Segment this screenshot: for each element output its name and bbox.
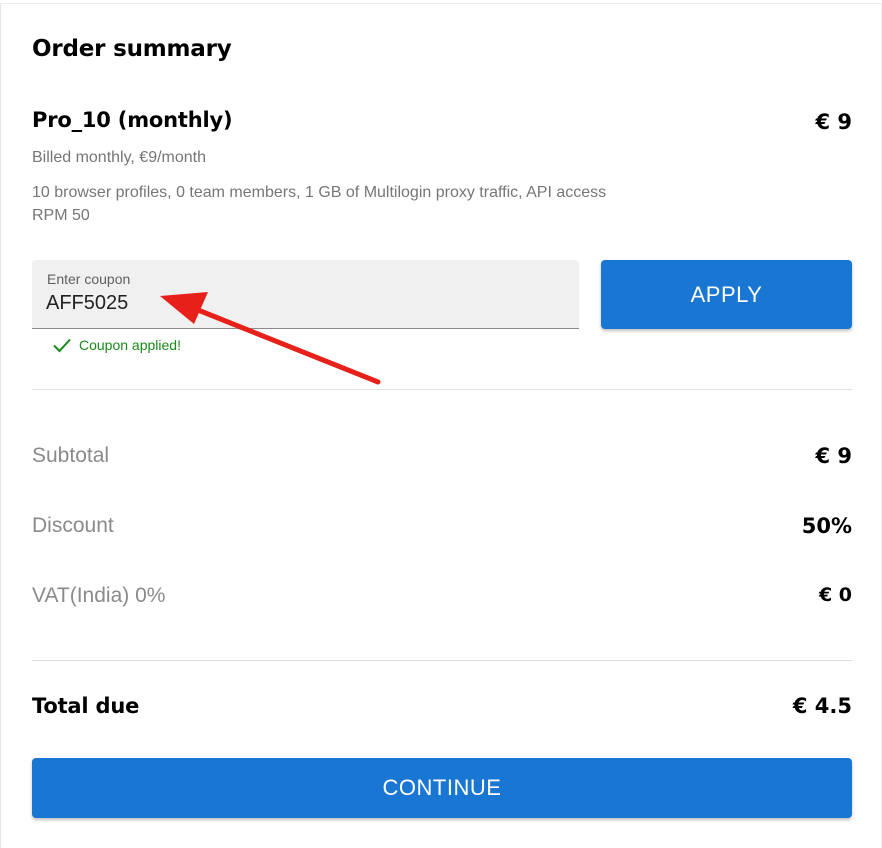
coupon-input[interactable] (46, 292, 546, 315)
discount-value: 50% (801, 514, 852, 538)
plan-name: Pro_10 (monthly) (32, 108, 233, 132)
continue-button[interactable]: CONTINUE (32, 758, 852, 818)
apply-button[interactable]: APPLY (601, 260, 852, 329)
order-summary-page: Order summary Pro_10 (monthly) € 9 Bille… (0, 0, 882, 848)
vat-value: € 0 (818, 584, 852, 606)
total-due-value: € 4.5 (792, 694, 852, 718)
coupon-status-text: Coupon applied! (79, 337, 181, 353)
plan-features: 10 browser profiles, 0 team members, 1 G… (32, 184, 607, 224)
coupon-field[interactable]: Enter coupon (32, 260, 579, 329)
billing-info: Billed monthly, €9/month (32, 149, 207, 166)
total-due-label: Total due (32, 694, 140, 718)
subtotal-label: Subtotal (32, 444, 110, 467)
subtotal-value: € 9 (815, 444, 852, 468)
discount-label: Discount (32, 514, 114, 537)
divider (32, 389, 852, 390)
vat-label: VAT(India) 0% (32, 584, 166, 607)
coupon-status: Coupon applied! (52, 337, 181, 353)
page-title: Order summary (32, 36, 232, 62)
plan-price: € 9 (815, 110, 852, 134)
coupon-label: Enter coupon (47, 271, 131, 287)
divider (32, 660, 852, 661)
check-icon (53, 338, 71, 353)
